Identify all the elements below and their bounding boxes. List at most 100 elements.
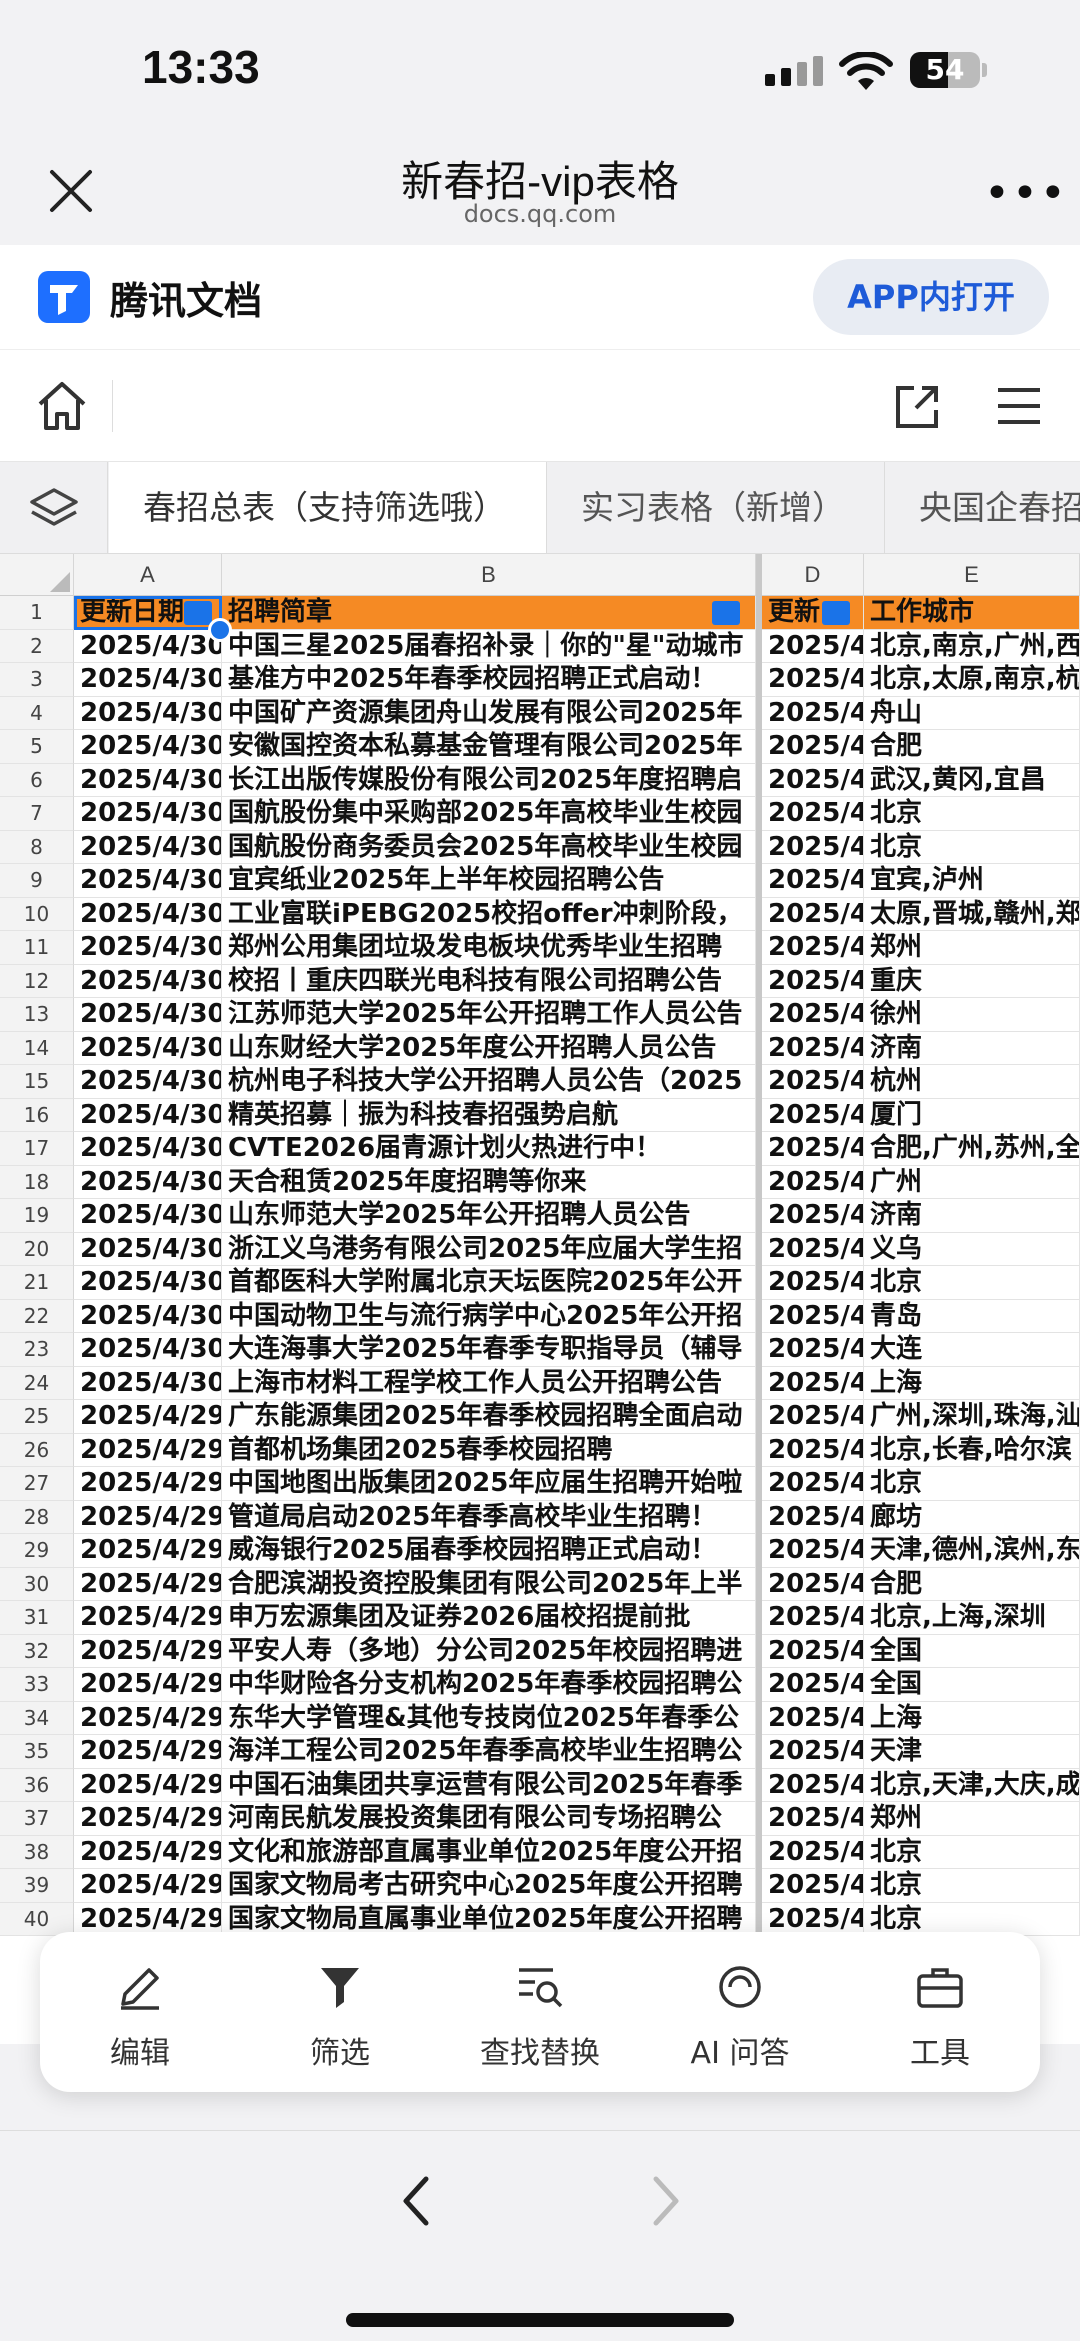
date-cell[interactable]: 2025/4/30 <box>74 964 222 998</box>
more-options-icon[interactable]: ••• <box>984 172 1068 216</box>
updated-cell[interactable]: 2025/4/ <box>762 1433 864 1467</box>
city-cell[interactable]: 青岛 <box>864 1299 1080 1333</box>
brief-cell[interactable]: 工业富联iPEBG2025校招offer冲刺阶段， <box>222 897 756 931</box>
brief-cell[interactable]: 中国三星2025届春招补录｜你的"星"动城市 <box>222 629 756 663</box>
updated-cell[interactable]: 2025/4/ <box>762 1299 864 1333</box>
spreadsheet-grid[interactable]: A B D E 1 更新日期 招聘简章 更新 工作城市 2 2025/4/30 中国… <box>0 554 1080 2044</box>
updated-cell[interactable]: 2025/4/ <box>762 1199 864 1233</box>
date-cell[interactable]: 2025/4/30 <box>74 897 222 931</box>
updated-cell[interactable]: 2025/4/ <box>762 1366 864 1400</box>
updated-cell[interactable]: 2025/4/ <box>762 864 864 898</box>
city-cell[interactable]: 武汉,黄冈,宜昌 <box>864 763 1080 797</box>
date-cell[interactable]: 2025/4/29 <box>74 1467 222 1501</box>
date-cell[interactable]: 2025/4/30 <box>74 1065 222 1099</box>
updated-cell[interactable]: 2025/4/ <box>762 998 864 1032</box>
row-number[interactable]: 35 <box>0 1735 74 1769</box>
city-cell[interactable]: 合肥 <box>864 1567 1080 1601</box>
row-number[interactable]: 5 <box>0 730 74 764</box>
brief-cell[interactable]: 山东师范大学2025年公开招聘人员公告 <box>222 1199 756 1233</box>
tab-state-owned[interactable]: 央国企春招 <box>885 462 1080 553</box>
brief-cell[interactable]: 安徽国控资本私募基金管理有限公司2025年 <box>222 730 756 764</box>
city-cell[interactable]: 天津,德州,滨州,东 <box>864 1534 1080 1568</box>
row-number[interactable]: 37 <box>0 1802 74 1836</box>
column-header-b[interactable]: B <box>222 554 756 596</box>
city-cell[interactable]: 广州 <box>864 1165 1080 1199</box>
date-cell[interactable]: 2025/4/30 <box>74 663 222 697</box>
date-cell[interactable]: 2025/4/29 <box>74 1869 222 1903</box>
updated-cell[interactable]: 2025/4/ <box>762 730 864 764</box>
column-header-e[interactable]: E <box>864 554 1080 596</box>
sheet-list-icon[interactable] <box>0 462 108 553</box>
row-number[interactable]: 39 <box>0 1869 74 1903</box>
city-cell[interactable]: 全国 <box>864 1634 1080 1668</box>
updated-cell[interactable]: 2025/4/ <box>762 1333 864 1367</box>
date-cell[interactable]: 2025/4/30 <box>74 1266 222 1300</box>
row-number[interactable]: 4 <box>0 696 74 730</box>
brief-cell[interactable]: 宜宾纸业2025年上半年校园招聘公告 <box>222 864 756 898</box>
row-number[interactable]: 28 <box>0 1500 74 1534</box>
row-number[interactable]: 10 <box>0 897 74 931</box>
city-cell[interactable]: 北京,南京,广州,西 <box>864 629 1080 663</box>
date-cell[interactable]: 2025/4/29 <box>74 1601 222 1635</box>
updated-cell[interactable]: 2025/4/ <box>762 1400 864 1434</box>
city-cell[interactable]: 舟山 <box>864 696 1080 730</box>
updated-cell[interactable]: 2025/4/ <box>762 1634 864 1668</box>
city-cell[interactable]: 北京 <box>864 1902 1080 1936</box>
updated-cell[interactable]: 2025/4/ <box>762 1668 864 1702</box>
date-cell[interactable]: 2025/4/29 <box>74 1567 222 1601</box>
brief-cell[interactable]: 申万宏源集团及证券2026届校招提前批 <box>222 1601 756 1635</box>
city-cell[interactable]: 北京 <box>864 1869 1080 1903</box>
updated-cell[interactable]: 2025/4/ <box>762 1802 864 1836</box>
date-cell[interactable]: 2025/4/29 <box>74 1500 222 1534</box>
filter-icon[interactable] <box>712 601 740 625</box>
date-cell[interactable]: 2025/4/30 <box>74 998 222 1032</box>
city-cell[interactable]: 全国 <box>864 1668 1080 1702</box>
updated-cell[interactable]: 2025/4/ <box>762 964 864 998</box>
brief-cell[interactable]: 东华大学管理&其他专技岗位2025年春季公 <box>222 1701 756 1735</box>
row-number[interactable]: 25 <box>0 1400 74 1434</box>
updated-cell[interactable]: 2025/4/ <box>762 696 864 730</box>
row-number[interactable]: 1 <box>0 596 74 630</box>
brief-cell[interactable]: 浙江义乌港务有限公司2025年应届大学生招 <box>222 1232 756 1266</box>
row-number[interactable]: 17 <box>0 1132 74 1166</box>
updated-cell[interactable]: 2025/4/ <box>762 1735 864 1769</box>
row-number[interactable]: 13 <box>0 998 74 1032</box>
brief-cell[interactable]: 中国矿产资源集团舟山发展有限公司2025年 <box>222 696 756 730</box>
date-cell[interactable]: 2025/4/30 <box>74 1132 222 1166</box>
updated-cell[interactable]: 2025/4/ <box>762 1031 864 1065</box>
row-number[interactable]: 2 <box>0 629 74 663</box>
brief-cell[interactable]: 管道局启动2025年春季高校毕业生招聘！ <box>222 1500 756 1534</box>
ai-chat-button[interactable]: AI 问答 <box>640 1932 840 2092</box>
row-number[interactable]: 21 <box>0 1266 74 1300</box>
updated-cell[interactable]: 2025/4/ <box>762 1132 864 1166</box>
brief-cell[interactable]: 平安人寿（多地）分公司2025年校园招聘进 <box>222 1634 756 1668</box>
row-number[interactable]: 6 <box>0 763 74 797</box>
brief-cell[interactable]: 中国地图出版集团2025年应届生招聘开始啦 <box>222 1467 756 1501</box>
brief-cell[interactable]: 文化和旅游部直属事业单位2025年度公开招 <box>222 1835 756 1869</box>
city-cell[interactable]: 廊坊 <box>864 1500 1080 1534</box>
updated-cell[interactable]: 2025/4/ <box>762 1467 864 1501</box>
header-cell-brief[interactable]: 招聘简章 <box>222 596 756 630</box>
updated-cell[interactable]: 2025/4/ <box>762 1869 864 1903</box>
updated-cell[interactable]: 2025/4/ <box>762 1065 864 1099</box>
row-number[interactable]: 29 <box>0 1534 74 1568</box>
brief-cell[interactable]: 中华财险各分支机构2025年春季校园招聘公 <box>222 1668 756 1702</box>
date-cell[interactable]: 2025/4/29 <box>74 1768 222 1802</box>
brief-cell[interactable]: 国航股份集中采购部2025年高校毕业生校园 <box>222 797 756 831</box>
updated-cell[interactable]: 2025/4/ <box>762 1266 864 1300</box>
row-number[interactable]: 19 <box>0 1199 74 1233</box>
brief-cell[interactable]: 校招丨重庆四联光电科技有限公司招聘公告 <box>222 964 756 998</box>
updated-cell[interactable]: 2025/4/ <box>762 1601 864 1635</box>
updated-cell[interactable]: 2025/4/ <box>762 1701 864 1735</box>
city-cell[interactable]: 北京,长春,哈尔滨 <box>864 1433 1080 1467</box>
brief-cell[interactable]: 大连海事大学2025年春季专职指导员（辅导 <box>222 1333 756 1367</box>
city-cell[interactable]: 徐州 <box>864 998 1080 1032</box>
brief-cell[interactable]: 郑州公用集团垃圾发电板块优秀毕业生招聘 <box>222 931 756 965</box>
brief-cell[interactable]: CVTE2026届青源计划火热进行中！ <box>222 1132 756 1166</box>
forward-arrow-icon[interactable] <box>640 2171 690 2231</box>
city-cell[interactable]: 宜宾,泸州 <box>864 864 1080 898</box>
city-cell[interactable]: 广州,深圳,珠海,汕 <box>864 1400 1080 1434</box>
brief-cell[interactable]: 首都医科大学附属北京天坛医院2025年公开 <box>222 1266 756 1300</box>
updated-cell[interactable]: 2025/4/ <box>762 763 864 797</box>
row-number[interactable]: 23 <box>0 1333 74 1367</box>
